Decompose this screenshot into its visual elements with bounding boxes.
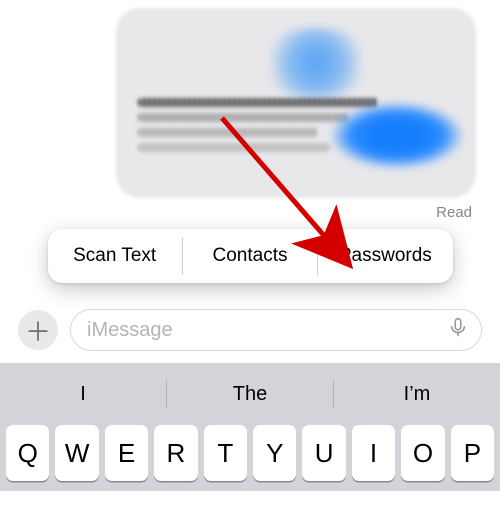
key-o[interactable]: O [401, 425, 444, 481]
add-button[interactable]: ＋ [18, 310, 58, 350]
key-i[interactable]: I [352, 425, 395, 481]
message-input[interactable]: iMessage [70, 309, 482, 351]
key-e[interactable]: E [105, 425, 148, 481]
redacted-image-blur [256, 28, 376, 98]
prediction-item[interactable]: I [0, 383, 166, 406]
key-row-1: Q W E R T Y U I O P [0, 419, 500, 481]
menu-scan-text[interactable]: Scan Text [48, 229, 182, 283]
key-p[interactable]: P [451, 425, 494, 481]
key-y[interactable]: Y [253, 425, 296, 481]
key-r[interactable]: R [154, 425, 197, 481]
key-u[interactable]: U [302, 425, 345, 481]
plus-icon: ＋ [25, 312, 51, 349]
key-t[interactable]: T [204, 425, 247, 481]
read-receipt: Read [436, 204, 472, 221]
key-w[interactable]: W [55, 425, 98, 481]
message-placeholder: iMessage [87, 319, 447, 342]
prediction-bar: I The I’m [0, 369, 500, 419]
keyboard: I The I’m Q W E R T Y U I O P [0, 363, 500, 491]
compose-row: ＋ iMessage [0, 283, 500, 363]
menu-contacts[interactable]: Contacts [183, 229, 317, 283]
prediction-item[interactable]: I’m [334, 383, 500, 406]
message-bubble[interactable] [116, 8, 476, 198]
key-q[interactable]: Q [6, 425, 49, 481]
redacted-image-blur [332, 103, 462, 168]
received-message [0, 0, 500, 198]
prediction-item[interactable]: The [167, 383, 333, 406]
dictate-icon[interactable] [447, 316, 469, 344]
context-menu: Scan Text Contacts Passwords [48, 229, 453, 283]
menu-passwords[interactable]: Passwords [318, 229, 452, 283]
